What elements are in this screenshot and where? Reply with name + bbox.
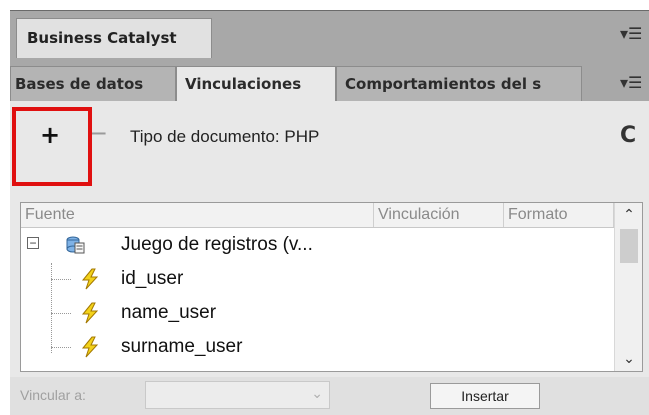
bind-to-select[interactable]: ⌄ [145,381,330,409]
tree-connector [51,347,71,348]
tab-label: Bases de datos [15,75,144,93]
document-type-label: Tipo de documento: PHP [130,127,320,146]
dropdown-arrow-icon: ⌄ [311,386,323,402]
panel-frame: Business Catalyst ▾☰ Bases de datos Vinc… [10,10,649,415]
database-recordset-icon [66,236,85,254]
tree-connector [51,279,71,280]
tab-vinculaciones[interactable]: Vinculaciones [176,66,336,102]
insert-button-label: Insertar [461,388,509,404]
tab-comportamientos-del-servidor[interactable]: Comportamientos del s [336,66,582,101]
bind-to-label: Vincular a: [20,387,86,403]
column-label: Formato [508,206,568,223]
refresh-icon[interactable]: C [620,123,636,148]
recordset-label: Juego de registros (v... [121,234,313,255]
highlight-box [12,107,92,186]
panel-tab-bar: Bases de datos Vinculaciones Comportamie… [10,58,649,102]
tree-connector [51,313,71,314]
panel-menu-icon[interactable]: ▾☰ [620,25,642,43]
business-catalyst-tab[interactable]: Business Catalyst [16,18,212,58]
scroll-up-icon[interactable]: ⌃ [615,203,642,227]
field-label: name_user [121,302,217,323]
column-header-formato[interactable]: Formato [504,203,614,227]
tree-row-field[interactable]: surname_user [21,331,614,365]
vinculaciones-content: + − Tipo de documento: PHP C Fuente Vinc… [10,101,649,415]
tab-bases-de-datos[interactable]: Bases de datos [10,66,176,101]
column-header-fuente[interactable]: Fuente [21,203,374,227]
tree-header: Fuente Vinculación Formato [21,203,614,228]
panel-titlebar: Business Catalyst ▾☰ [10,10,649,59]
bindings-tree[interactable]: Fuente Vinculación Formato − Juego de re… [20,202,643,372]
tree-row-recordset[interactable]: − Juego de registros (v... [21,229,614,263]
panel-menu-icon[interactable]: ▾☰ [620,74,642,92]
column-label: Vinculación [378,206,460,223]
column-label: Fuente [25,206,75,223]
tab-label: Comportamientos del s [345,75,542,93]
bolt-field-icon [81,302,99,324]
scroll-down-icon[interactable]: ⌄ [615,347,642,371]
tree-row-field[interactable]: id_user [21,263,614,297]
bolt-field-icon [81,268,99,290]
vertical-scrollbar[interactable]: ⌃ ⌄ [614,203,642,371]
scroll-thumb[interactable] [620,229,638,263]
bind-footer: Vincular a: ⌄ Insertar [10,377,649,415]
tab-label: Vinculaciones [185,75,302,93]
bolt-field-icon [81,336,99,358]
tree-row-field[interactable]: name_user [21,297,614,331]
insert-button[interactable]: Insertar [430,383,540,409]
expander-icon[interactable]: − [27,237,39,249]
business-catalyst-label: Business Catalyst [27,29,177,47]
column-header-vinculacion[interactable]: Vinculación [374,203,504,227]
field-label: id_user [121,268,184,289]
field-label: surname_user [121,336,243,357]
